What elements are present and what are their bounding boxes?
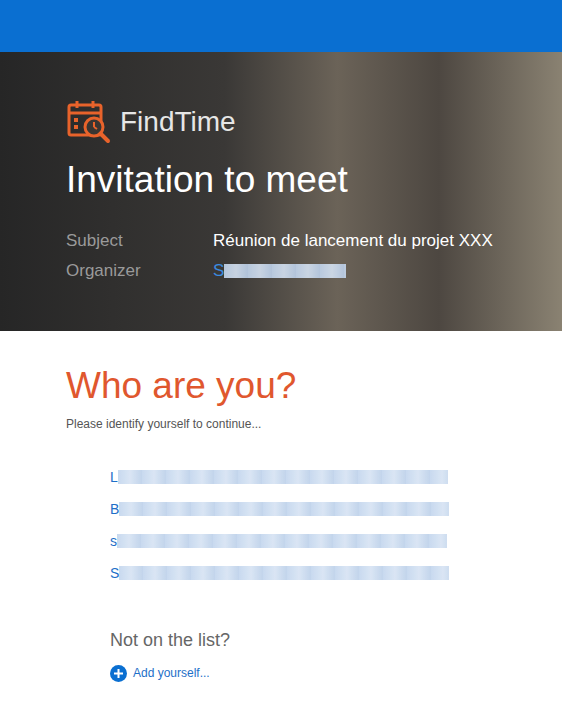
people-list: LBsS — [110, 461, 496, 589]
meeting-fields: SubjectRéunion de lancement du projet XX… — [66, 226, 496, 286]
app-logo: FindTime — [66, 96, 496, 148]
person-name[interactable]: L — [110, 461, 118, 493]
app-name: FindTime — [120, 101, 236, 143]
person-item[interactable]: B — [110, 493, 496, 525]
add-yourself-text[interactable]: Add yourself... — [133, 664, 210, 682]
field-value: S — [213, 256, 224, 286]
header-photo: FindTime Invitation to meet SubjectRéunion… — [0, 52, 562, 331]
calendar-search-icon — [66, 99, 112, 145]
redaction-blur — [119, 502, 449, 516]
meeting-field: OrganizerS — [66, 256, 496, 286]
person-item[interactable]: S — [110, 557, 496, 589]
plus-circle-icon — [110, 665, 127, 682]
identify-prompt: Please identify yourself to continue... — [66, 415, 496, 433]
person-name[interactable]: S — [110, 557, 119, 589]
identify-title: Who are you? — [66, 363, 496, 409]
field-label: Subject — [66, 226, 213, 256]
field-value: Réunion de lancement du projet XXX — [213, 226, 493, 256]
identify-section: Who are you? Please identify yourself to … — [0, 331, 562, 702]
page-title: Invitation to meet — [66, 156, 496, 204]
field-label: Organizer — [66, 256, 213, 286]
meeting-field: SubjectRéunion de lancement du projet XX… — [66, 226, 496, 256]
person-item[interactable]: L — [110, 461, 496, 493]
redaction-blur — [224, 264, 346, 278]
person-name[interactable]: B — [110, 493, 119, 525]
redaction-blur — [117, 534, 447, 548]
redaction-blur — [118, 470, 448, 484]
redaction-blur — [119, 566, 449, 580]
not-listed: Not on the list? — [110, 627, 496, 654]
findtime-page: FindTime Invitation to meet SubjectRéunion… — [0, 0, 562, 713]
add-yourself-link[interactable]: Add yourself... — [110, 664, 496, 682]
top-bar — [0, 0, 562, 52]
person-item[interactable]: s — [110, 525, 496, 557]
person-name[interactable]: s — [110, 525, 117, 557]
